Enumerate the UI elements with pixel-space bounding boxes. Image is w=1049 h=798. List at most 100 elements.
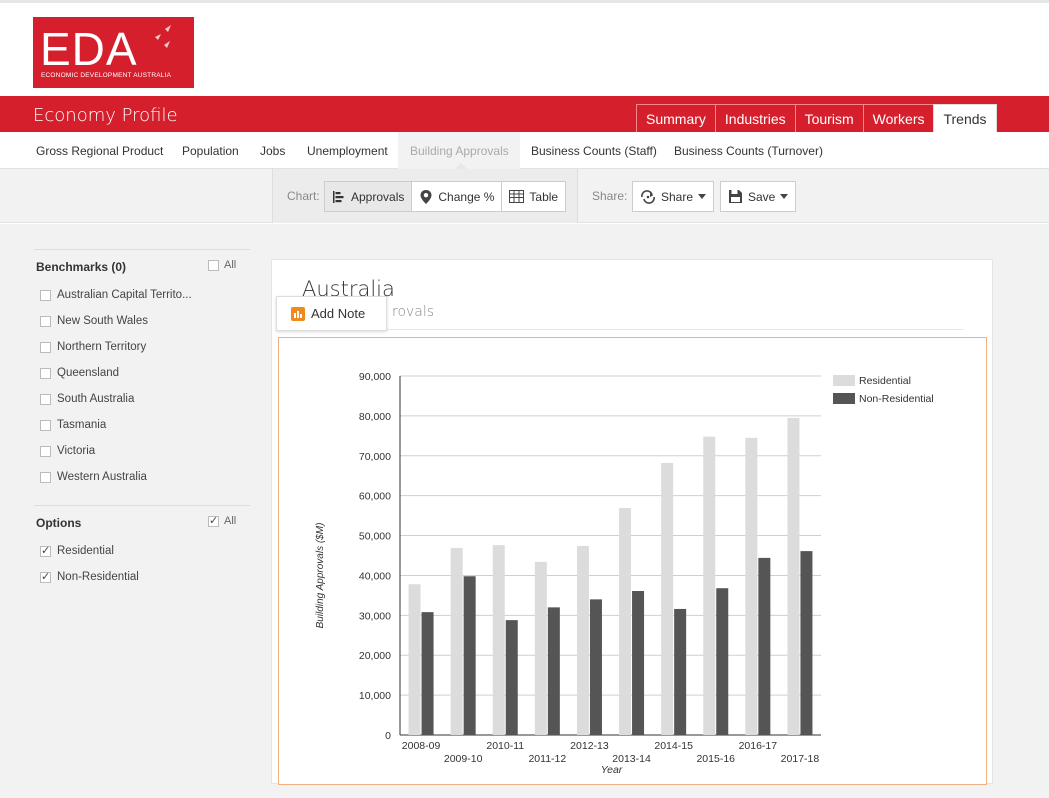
benchmark-label: South Australia [57,393,135,405]
checkbox-icon [40,393,51,405]
chart-label: Chart: [287,189,320,203]
approvals-button[interactable]: Approvals [324,181,413,212]
y-tick-label: 30,000 [359,610,391,622]
checkbox-checked-icon [208,514,219,527]
x-tick-label: 2016-17 [739,740,778,752]
checkbox-icon [40,471,51,483]
y-tick-label: 90,000 [359,371,391,383]
y-tick-label: 20,000 [359,650,391,662]
legend-label: Non-Residential [859,393,934,405]
bar-non-residential [758,557,771,735]
building-approvals-chart: 0 10,000 20,000 30,000 40,000 50,000 60,000 70,… [315,371,934,776]
y-tick-label: 80,000 [359,411,391,423]
save-button[interactable]: Save [720,181,797,212]
options-heading: Options [36,516,82,530]
benchmark-item[interactable]: Queensland [40,367,119,379]
bar-residential [534,561,547,735]
benchmark-label: Northern Territory [57,341,147,353]
card-subtitle: rovals [392,304,435,320]
benchmark-label: Tasmania [57,419,107,431]
options-all-toggle[interactable]: All [208,514,237,527]
y-tick-label: 40,000 [359,570,391,582]
subnav-unemployment[interactable]: Unemployment [307,144,388,158]
checkbox-icon [40,445,51,457]
share-button[interactable]: Share [632,181,715,212]
benchmark-label: Western Australia [57,471,147,483]
benchmark-item[interactable]: Victoria [40,445,95,457]
share-button-label: Share [661,189,694,204]
subnav-building-approvals[interactable]: Building Approvals [410,144,509,158]
checkbox-icon [208,259,219,271]
tab-summary[interactable]: Summary [636,104,716,132]
bar-residential [576,545,589,735]
main-tabs: Summary Industries Tourism Workers Trend… [636,104,997,132]
subnav-population[interactable]: Population [182,144,239,158]
benchmark-item[interactable]: Western Australia [40,471,147,483]
subnav-business-counts-turnover[interactable]: Business Counts (Turnover) [674,144,823,158]
change-percent-button-label: Change % [438,189,495,204]
bar-non-residential [421,612,434,735]
x-tick-label: 2011-12 [528,753,566,765]
add-note-button[interactable]: Add Note [276,296,387,331]
checkbox-icon [40,341,51,353]
benchmarks-heading: Benchmarks (0) [36,260,127,274]
approvals-button-label: Approvals [351,189,405,204]
benchmarks-all-toggle[interactable]: All [208,259,236,271]
top-strip [0,0,1049,3]
x-tick-label: 2010-11 [486,740,524,752]
x-tick-label: 2008-09 [402,740,441,752]
y-axis-label: Building Approvals ($M) [315,523,326,629]
options-all-label: All [224,515,237,527]
share-label: Share: [592,189,628,203]
subnav-jobs[interactable]: Jobs [260,144,285,158]
benchmark-item[interactable]: Tasmania [40,419,106,431]
subnav-business-counts-staff[interactable]: Business Counts (Staff) [531,144,657,158]
tab-trends[interactable]: Trends [933,104,997,132]
benchmark-item[interactable]: South Australia [40,393,134,405]
checkbox-icon [40,315,51,327]
chevron-down-icon [698,194,707,199]
option-item-non-residential[interactable]: Non-Residential [40,570,139,583]
bar-non-residential [505,620,518,735]
y-tick-label: 50,000 [359,531,391,543]
benchmark-item[interactable]: Australian Capital Territo... [40,289,192,301]
bar-non-residential [716,588,729,735]
tab-workers[interactable]: Workers [862,104,935,132]
map-pin-icon [420,189,432,204]
chevron-down-icon [780,194,789,199]
bar-residential [661,462,674,735]
benchmark-label: New South Wales [57,315,148,327]
bar-non-residential [547,607,560,735]
benchmarks-all-label: All [224,259,237,271]
benchmark-label: Australian Capital Territo... [57,289,192,301]
y-tick-label: 70,000 [359,451,391,463]
x-tick-label: 2012-13 [570,740,609,752]
x-tick-label: 2017-18 [781,753,820,765]
chart-button-group: Approvals Change % Table [324,181,567,212]
note-chart-icon [291,306,305,321]
benchmark-item[interactable]: New South Wales [40,315,148,327]
tab-tourism[interactable]: Tourism [794,104,864,132]
checkbox-icon [40,419,51,431]
legend-swatch [833,375,855,386]
logo-arrows-icon [155,25,171,48]
bar-residential [492,545,505,735]
subnav-gross-regional-product[interactable]: Gross Regional Product [36,144,163,158]
sub-navigation: Gross Regional Product Population Jobs U… [0,132,1049,169]
table-button[interactable]: Table [501,181,567,212]
logo-text: EDA [40,23,138,75]
option-label: Non-Residential [57,571,139,583]
checkbox-icon [40,289,51,301]
add-note-label: Add Note [311,306,366,321]
checkbox-checked-icon [40,570,51,583]
benchmark-item[interactable]: Northern Territory [40,341,146,353]
table-button-label: Table [529,189,559,204]
eda-logo[interactable]: EDA ECONOMIC DEVELOPMENT AUSTRALIA [33,17,194,88]
benchmark-label: Queensland [57,367,120,379]
change-percent-button[interactable]: Change % [411,181,503,212]
tab-industries[interactable]: Industries [714,104,796,132]
option-item-residential[interactable]: Residential [40,544,114,557]
bar-residential [408,584,421,735]
share-icon [641,189,655,204]
x-axis-label: Year [601,764,623,776]
